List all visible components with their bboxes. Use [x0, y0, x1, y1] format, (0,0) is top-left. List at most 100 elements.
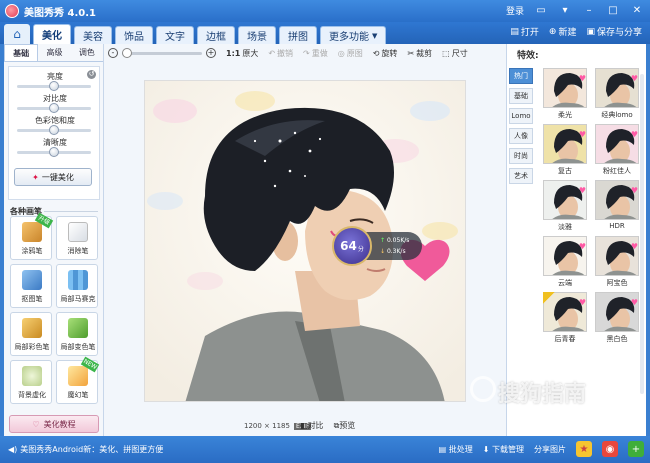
save-share-button[interactable]: ▣ 保存与分享 [586, 25, 642, 39]
effect-thumbnail[interactable]: ♥ 黑白色 [593, 292, 641, 344]
upload-rate-text: 0.05K/s [386, 237, 410, 244]
close-icon[interactable]: ✕ [630, 3, 644, 17]
tab-more[interactable]: 更多功能 ▼ [320, 26, 387, 44]
effect-thumbnail[interactable]: ♥ 云端 [541, 236, 589, 288]
pen-label: 局部马赛克 [60, 295, 96, 303]
tab-scene[interactable]: 场景 [238, 26, 276, 44]
compare-button[interactable]: ◧对比 [300, 420, 324, 431]
effect-thumbnail[interactable]: ♥ 复古 [541, 124, 589, 176]
batch-button[interactable]: ▤ 批处理 [439, 444, 473, 455]
minimize-icon[interactable]: – [582, 3, 596, 17]
slider-knob[interactable] [49, 81, 59, 91]
effect-thumbnail[interactable]: ♥ 后青春 [541, 292, 589, 344]
effects-scrollbar[interactable] [640, 74, 644, 394]
heart-icon: ♥ [630, 298, 638, 307]
new-corner-badge [543, 292, 555, 304]
zoom-slider[interactable] [122, 47, 202, 58]
category-lomo[interactable]: Lomo [509, 108, 533, 124]
message-icon[interactable]: ▭ [534, 3, 548, 17]
adjust-subtabs: 基础 高级 调色 [4, 44, 103, 62]
one-key-beautify-button[interactable]: ✦ 一键美化 [14, 168, 92, 186]
rotate-button[interactable]: ⟲ 旋转 [373, 48, 398, 59]
pen-local-recolor[interactable]: 局部变色笔 [56, 312, 98, 356]
pen-background-blur[interactable]: 背景虚化 [10, 360, 52, 404]
zoom-knob[interactable] [122, 47, 132, 58]
maximize-icon[interactable]: □ [606, 3, 620, 17]
download-manager-button[interactable]: ⬇ 下载管理 [483, 444, 524, 455]
tutorial-button[interactable]: ♡ 美化教程 [9, 415, 99, 433]
original-button[interactable]: ◎ 原图 [338, 48, 363, 59]
category-basic[interactable]: 基础 [509, 88, 533, 104]
slider-knob[interactable] [49, 125, 59, 135]
upload-rate: ↑ 0.05K/s [380, 237, 409, 244]
pen-magic[interactable]: NEW 魔幻笔 [56, 356, 100, 404]
pen-local-color[interactable]: 局部彩色笔 [10, 312, 52, 356]
pen-eraser[interactable]: 消除笔 [56, 216, 98, 260]
pen-doodle[interactable]: 升级 涂鸦笔 [10, 212, 54, 260]
slider-knob[interactable] [49, 103, 59, 113]
tab-label: 美化 [42, 31, 62, 42]
one-key-label: 一键美化 [41, 172, 74, 182]
effect-thumbnail[interactable]: ♥ 经典lomo [593, 68, 641, 120]
effect-thumbnail[interactable]: ♥ 粉红佳人 [593, 124, 641, 176]
home-icon[interactable]: ⌂ [4, 24, 30, 44]
crop-button[interactable]: ✂ 裁剪 [407, 48, 432, 59]
pen-mosaic[interactable]: 局部马赛克 [56, 264, 98, 308]
redo-button[interactable]: ↷ 重做 [303, 48, 328, 59]
tab-beautify[interactable]: 美化 [33, 24, 71, 44]
new-label: 新建 [558, 28, 577, 38]
score-value: 64 [340, 239, 357, 253]
effect-label: 阿宝色 [606, 279, 628, 287]
subtab-basic[interactable]: 基础 [4, 44, 39, 61]
login-link[interactable]: 登录 [506, 4, 524, 17]
up-arrow-icon: ↑ [380, 237, 386, 244]
canvas-area: 64 分 ↑ 0.05K/s ↓ 0.3K/s [110, 66, 504, 416]
add-icon[interactable]: + [628, 441, 644, 457]
tab-collage[interactable]: 拼图 [279, 26, 317, 44]
tab-label: 饰品 [124, 32, 144, 43]
rotate-icon: ⟲ [372, 48, 380, 58]
effect-thumbnail[interactable]: ♥ HDR [593, 180, 641, 232]
tab-text[interactable]: 文字 [156, 26, 194, 44]
star-icon[interactable]: ★ [576, 441, 592, 457]
tutorial-label: 美化教程 [43, 419, 76, 429]
zoom-in-icon[interactable]: + [206, 48, 216, 58]
new-button[interactable]: ⊕ 新建 [549, 25, 577, 39]
effect-thumbnail[interactable]: ♥ 阿宝色 [593, 236, 641, 288]
weibo-icon[interactable]: ◉ [602, 441, 618, 457]
tab-accessories[interactable]: 饰品 [115, 26, 153, 44]
tab-label: 更多功能 [329, 32, 369, 43]
magic-wand-icon [68, 366, 88, 386]
menu-icon[interactable]: ▾ [558, 3, 572, 17]
subtab-color[interactable]: 调色 [71, 44, 103, 61]
heart-icon: ♥ [578, 74, 586, 83]
folder-icon: ▤ [510, 26, 519, 37]
sharpness-slider: 清晰度 [9, 135, 101, 161]
ratio-button[interactable]: 1:1 原大 [226, 48, 258, 59]
category-art[interactable]: 艺术 [509, 168, 533, 184]
effect-thumbnail[interactable]: ♥ 柔光 [541, 68, 589, 120]
effect-thumbnail[interactable]: ♥ 淡雅 [541, 180, 589, 232]
score-ball: 64 分 [332, 226, 372, 266]
scissors-icon: ✂ [407, 48, 415, 58]
slider-knob[interactable] [49, 147, 59, 157]
pen-cutout[interactable]: 抠图笔 [10, 264, 52, 308]
size-button[interactable]: ⬚ 尺寸 [442, 48, 468, 59]
effect-label: 淡雅 [558, 223, 572, 231]
network-speed-widget[interactable]: 64 分 ↑ 0.05K/s ↓ 0.3K/s [332, 226, 424, 266]
pen-label: 抠图笔 [21, 295, 43, 303]
resize-icon: ⬚ [442, 48, 450, 58]
share-image-button[interactable]: 分享图片 [534, 444, 566, 455]
category-fashion[interactable]: 时尚 [509, 148, 533, 164]
status-message[interactable]: ◀) 美图秀秀Android新：美化、拼图更方便 [8, 444, 163, 455]
subtab-advanced[interactable]: 高级 [38, 44, 70, 61]
tab-beauty[interactable]: 美容 [74, 26, 112, 44]
tab-frame[interactable]: 边框 [197, 26, 235, 44]
score-unit: 分 [357, 245, 364, 253]
zoom-out-icon[interactable]: - [108, 48, 118, 58]
open-button[interactable]: ▤ 打开 [510, 25, 539, 39]
category-hot[interactable]: 热门 [509, 68, 533, 84]
undo-button[interactable]: ↶ 撤销 [268, 48, 293, 59]
category-portrait[interactable]: 人像 [509, 128, 533, 144]
preview-button[interactable]: ⧉预览 [334, 420, 356, 431]
